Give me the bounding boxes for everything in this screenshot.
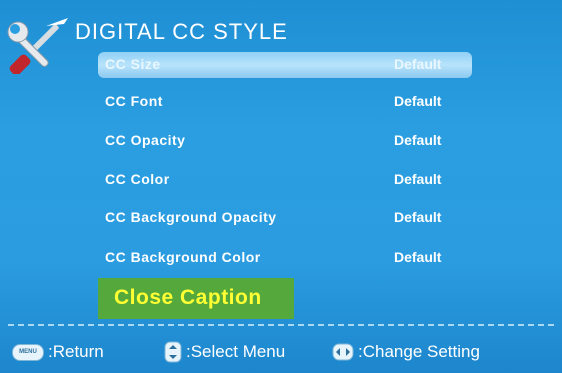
menu-item-cc-background-opacity[interactable]: CC Background Opacity Default [98, 205, 472, 231]
menu-item-label: CC Color [105, 171, 170, 187]
osd-screen: DIGITAL CC STYLE CC Size Default CC Font… [0, 0, 562, 373]
menu-item-cc-size[interactable]: CC Size Default [98, 52, 472, 78]
change-hint: :Change Setting [332, 340, 480, 364]
left-right-key-icon [332, 343, 354, 361]
menu-item-value: Default [394, 132, 442, 148]
menu-item-cc-font[interactable]: CC Font Default [98, 89, 472, 115]
menu-item-label: CC Opacity [105, 132, 186, 148]
change-hint-label: :Change Setting [358, 342, 480, 361]
menu-item-value: Default [394, 93, 442, 109]
menu-item-value: Default [394, 249, 442, 265]
up-down-key-icon [164, 341, 182, 363]
menu-item-value: Default [394, 171, 442, 187]
menu-item-value: Default [394, 56, 442, 72]
select-hint-label: :Select Menu [186, 342, 286, 361]
menu-item-label: CC Font [105, 93, 163, 109]
menu-item-value: Default [394, 209, 442, 225]
menu-item-label: CC Background Color [105, 249, 261, 265]
caption-preview-text: Close Caption [114, 286, 262, 309]
menu-item-cc-background-color[interactable]: CC Background Color Default [98, 245, 472, 271]
caption-preview: Close Caption [98, 278, 294, 319]
footer-hints: MENU :Return :Select Menu :Change Settin… [0, 334, 562, 373]
menu-item-label: CC Size [105, 56, 161, 72]
return-hint-label: :Return [48, 342, 104, 361]
select-hint: :Select Menu [164, 340, 285, 364]
return-hint: MENU :Return [12, 340, 104, 364]
menu-key-icon: MENU [12, 343, 44, 361]
footer-divider [8, 324, 554, 326]
menu-item-cc-opacity[interactable]: CC Opacity Default [98, 128, 472, 154]
menu-item-label: CC Background Opacity [105, 209, 277, 225]
tools-icon [7, 18, 68, 74]
page-title: DIGITAL CC STYLE [75, 19, 288, 44]
menu-item-cc-color[interactable]: CC Color Default [98, 167, 472, 193]
